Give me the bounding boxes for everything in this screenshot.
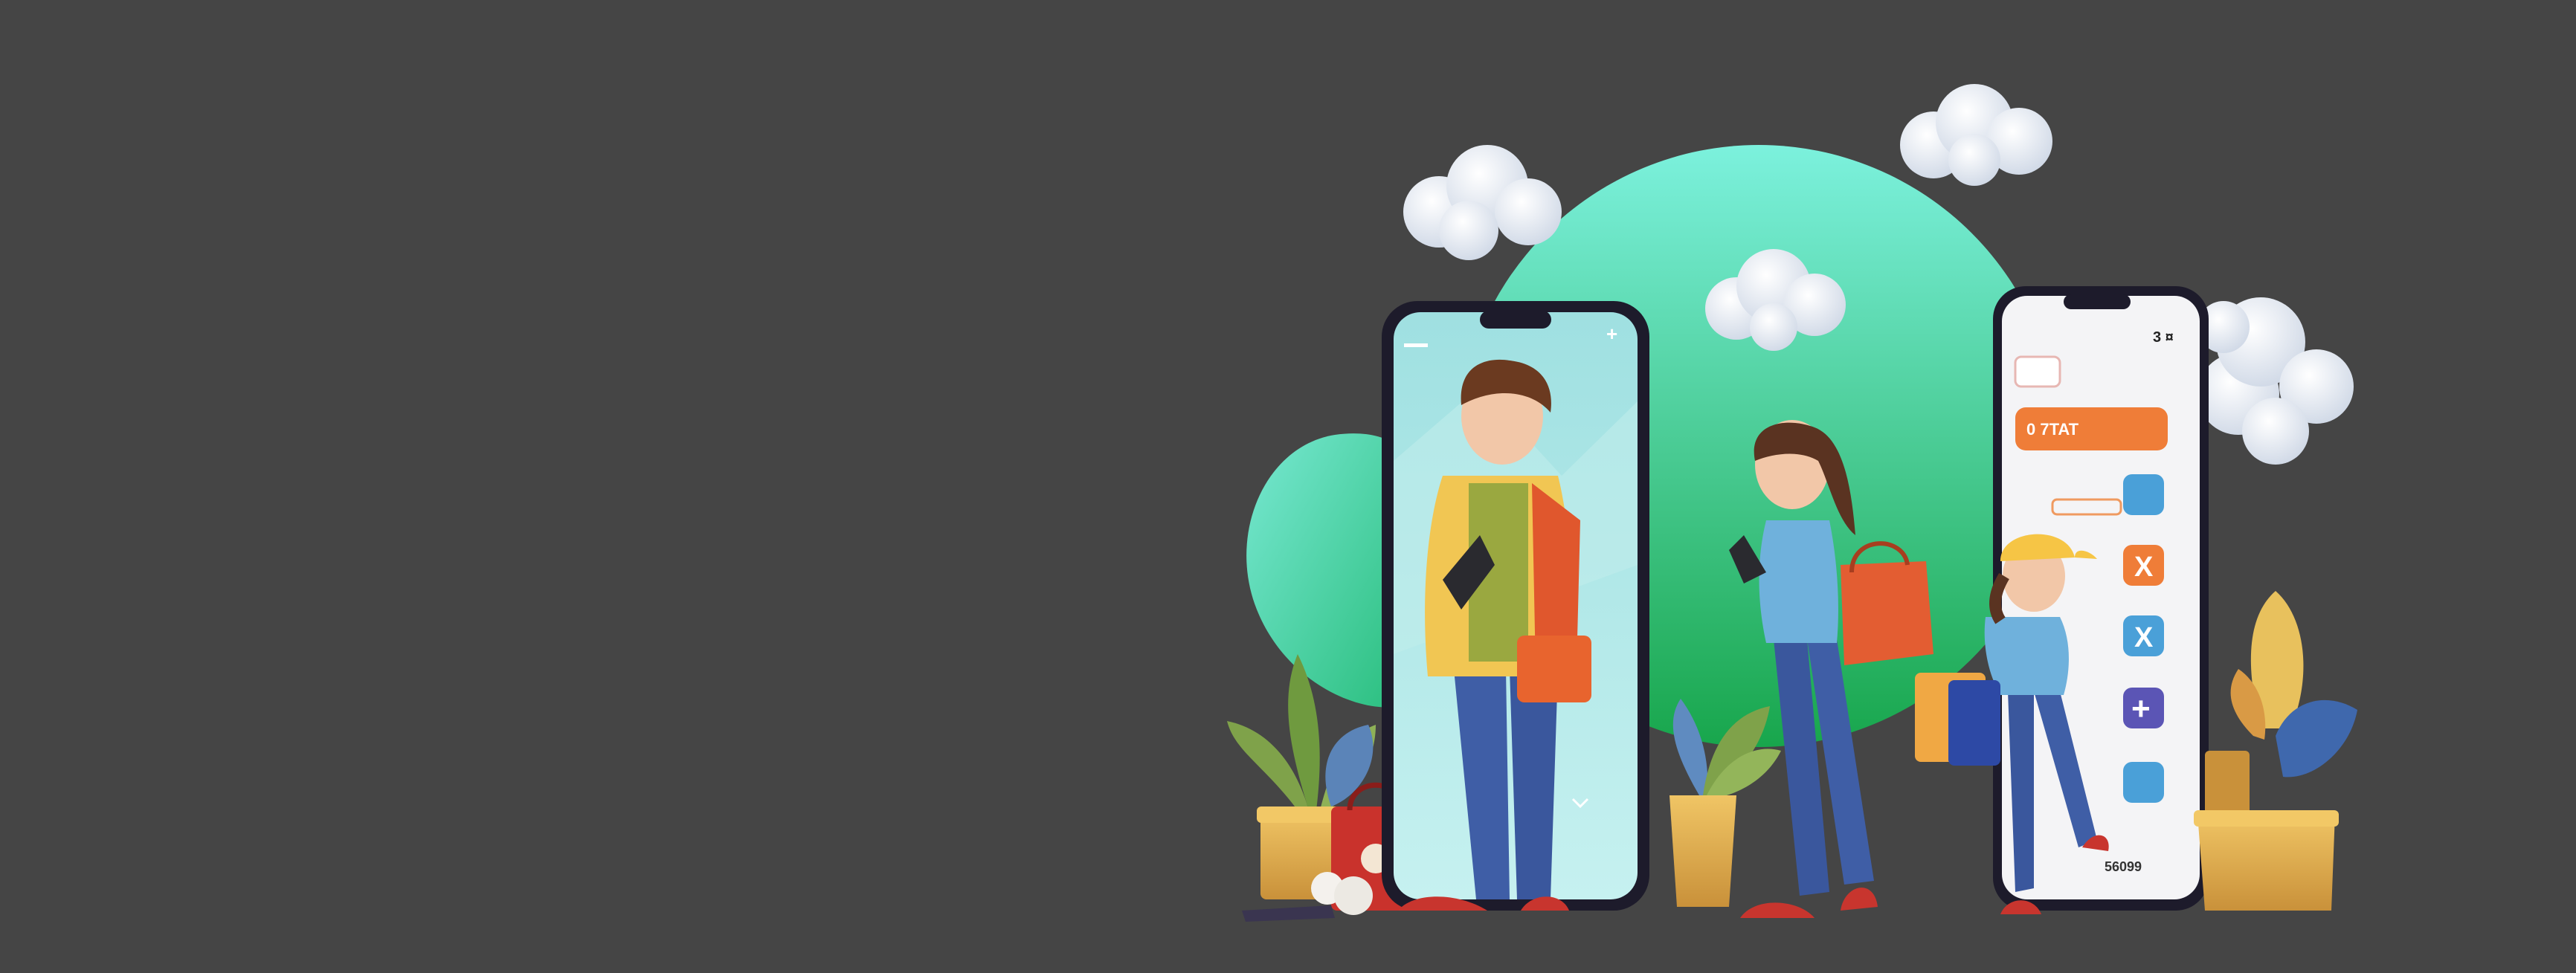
bird-icon — [2123, 762, 2164, 803]
cloud-icon — [1900, 84, 2052, 186]
potted-plant-right — [2194, 591, 2357, 911]
cloud-icon — [2197, 297, 2354, 465]
plus-icon: + — [1606, 323, 1617, 345]
banner-label: 0 7TAT — [2026, 420, 2079, 439]
status-time: 3 ¤ — [2153, 329, 2174, 346]
cloud-icon — [1403, 145, 1562, 260]
illustration-scene: + 3 ¤ 0 7TAT X X + 56099 — [1227, 84, 2357, 922]
svg-text:X: X — [2134, 622, 2154, 653]
square-icon — [2123, 474, 2164, 515]
menu-icon — [1404, 343, 1428, 347]
price-label: 56099 — [2105, 859, 2142, 874]
svg-text:X: X — [2134, 552, 2154, 583]
green-leaf-backdrop — [1246, 433, 1398, 708]
svg-text:+: + — [2131, 691, 2151, 727]
